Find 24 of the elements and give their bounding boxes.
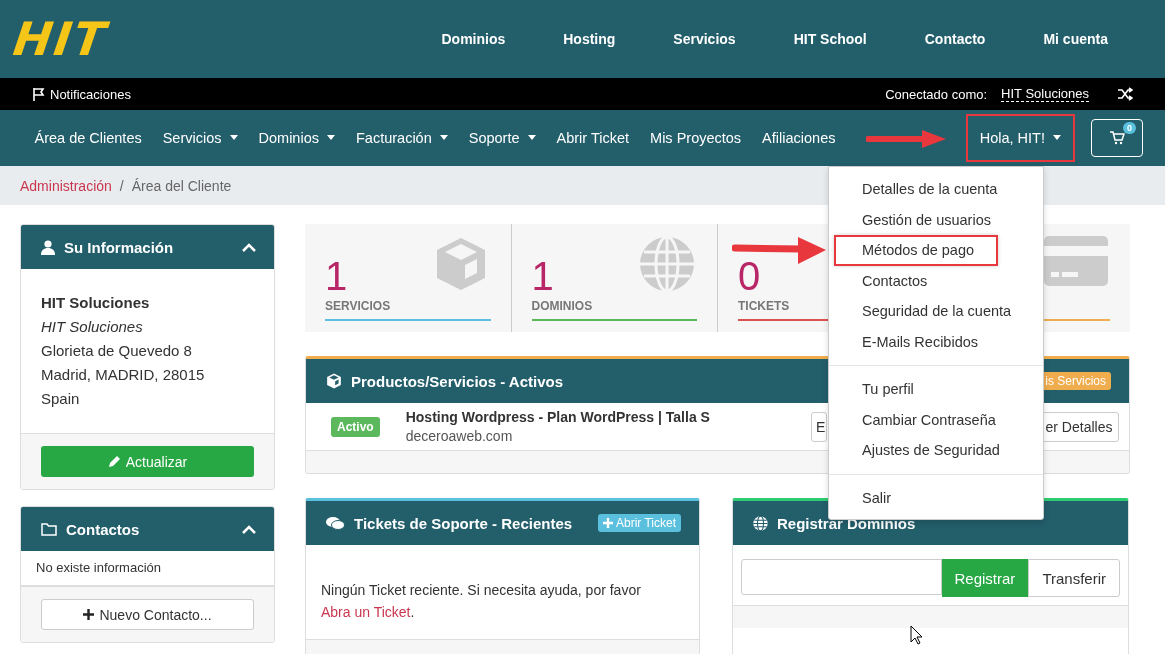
status-badge: Activo [331, 416, 380, 437]
product-domain: deceroaweb.com [405, 428, 514, 444]
panel-title: Tickets de Soporte - Recientes [354, 514, 573, 532]
stat-label: SERVICIOS [325, 299, 391, 313]
panel-title: Contactos [66, 520, 140, 538]
breadcrumb-separator: / [119, 177, 124, 194]
stat-number: 1 [531, 256, 554, 296]
panel-title: Registrar Dominios [777, 514, 916, 532]
address-line: Spain [41, 389, 81, 409]
address-line: Glorieta de Quevedo 8 [41, 341, 193, 361]
company-name: HIT Soluciones [41, 317, 144, 337]
client-name: HIT Soluciones [41, 293, 151, 313]
stat-label: TICKETS [738, 299, 790, 313]
stat-number: 1 [325, 256, 348, 296]
breadcrumb-current: Área del Cliente [131, 177, 232, 194]
no-tickets-message: Ningún Ticket reciente. Si necesita ayuda, por favor Abra un Ticket. [320, 581, 642, 622]
connected-label: Conectado como: [885, 86, 988, 102]
cart-count: 0 [1123, 122, 1136, 134]
panel-title: Productos/Servicios - Activos [351, 372, 563, 390]
product-name: Hosting Wordpress - Plan WordPress | Talla S [405, 409, 711, 425]
address-line: Madrid, MADRID, 28015 [41, 365, 206, 385]
stat-number: 0 [738, 256, 761, 296]
stat-label: DOMINIOS [531, 299, 593, 313]
panel-title: Su Información [64, 238, 174, 256]
